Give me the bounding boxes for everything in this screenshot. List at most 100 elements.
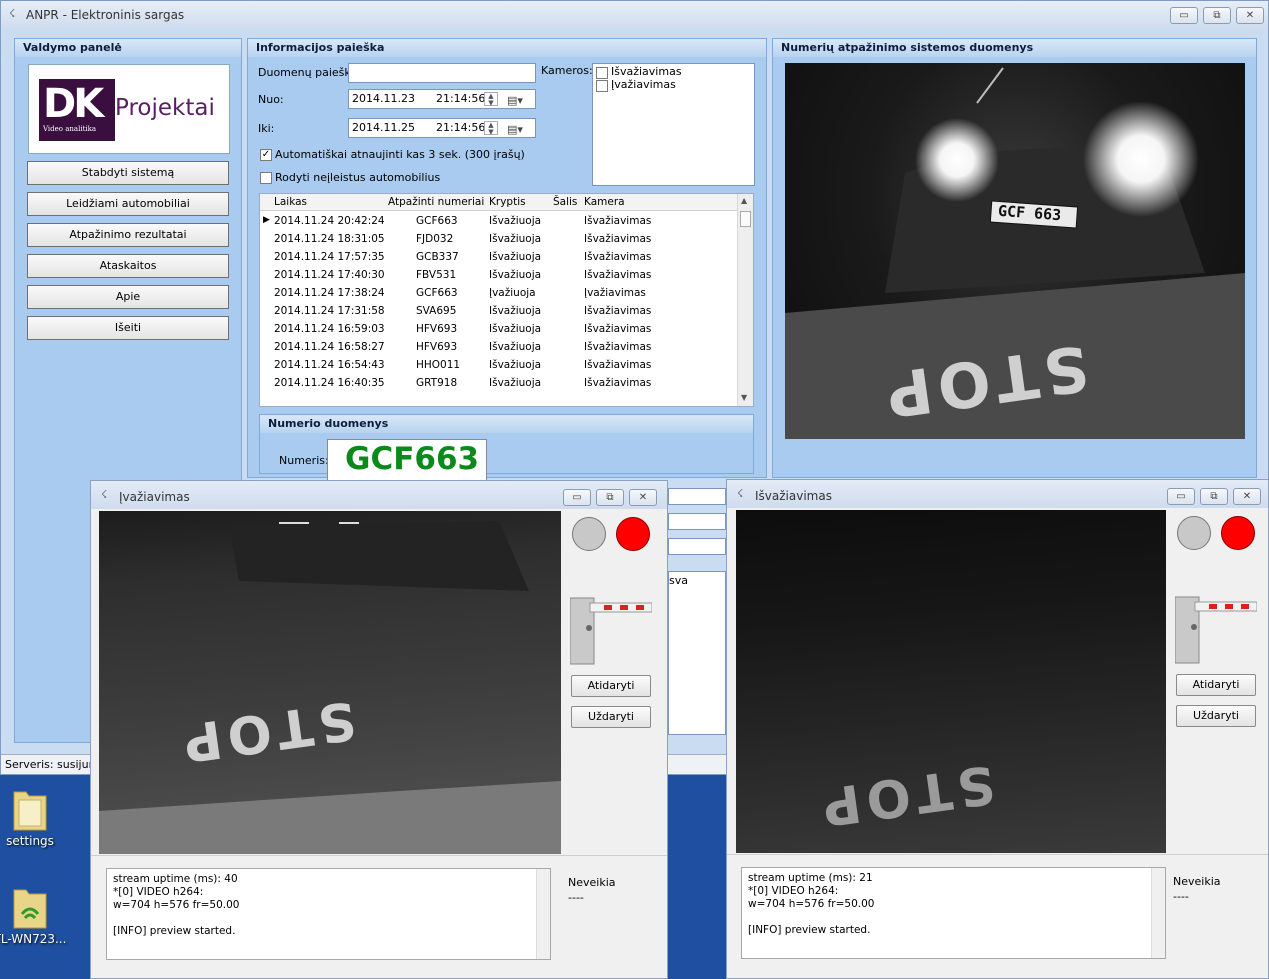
table-row[interactable]: 2014.11.24 17:40:30 FBV531 Išvažiuoja Išvaž… (260, 266, 738, 284)
headlight-left (915, 118, 999, 202)
table-row[interactable]: 2014.11.24 16:40:35 GRT918 Išvažiuoja Išvaž… (260, 374, 738, 392)
cell-plate: SVA695 (416, 305, 457, 317)
cell-plate: GCF663 (416, 215, 458, 227)
column-header[interactable]: Šalis (553, 196, 577, 208)
open-button[interactable]: Atidaryti (1176, 674, 1256, 696)
stop-system-button[interactable]: Stabdyti sistemą (27, 161, 229, 185)
cell-direction: Išvažiuoja (489, 377, 542, 389)
close-button[interactable]: ✕ (1236, 7, 1264, 24)
cameras-list[interactable]: Išvažiavimas Įvažiavimas (592, 63, 755, 186)
logo-subtitle: Video analitika (43, 125, 97, 133)
cell-direction: Išvažiuoja (489, 323, 542, 335)
exit-button[interactable]: Išeiti (27, 316, 229, 340)
open-button[interactable]: Atidaryti (571, 675, 651, 697)
desktop-icon-tl-wn723[interactable]: TL-WN723... (0, 884, 70, 946)
cell-time: 2014.11.24 18:31:05 (274, 233, 385, 245)
from-datetime-value: 2014.11.23 21:14:56 (352, 92, 486, 105)
number-value: GCF663 (345, 441, 480, 477)
entry-camera-window: ☇ Įvažiavimas ▭ ⧉ ✕ STOP Atidaryti Uždar… (90, 480, 668, 979)
barrier-icon (570, 597, 652, 665)
about-button[interactable]: Apie (27, 285, 229, 309)
barrier-icon (1175, 596, 1257, 664)
exit-state: Neveikia (1173, 875, 1221, 888)
red-light-icon (616, 517, 650, 551)
minimize-button[interactable]: ▭ (1167, 488, 1195, 505)
spin-icon[interactable]: ▲ ▼ (484, 121, 498, 136)
to-datetime-input[interactable]: 2014.11.25 21:14:56 ▲ ▼ ▤▾ (348, 118, 536, 138)
exit-camera-window: ☇ Išvažiavimas ▭ ⧉ ✕ STOP Atidaryti Užda… (726, 479, 1269, 979)
minimize-button[interactable]: ▭ (563, 489, 591, 506)
wifi-folder-icon (13, 889, 47, 929)
log-line: stream uptime (ms): 40 (113, 873, 238, 885)
cell-plate: GRT918 (416, 377, 458, 389)
table-row[interactable]: 2014.11.24 17:38:24 GCF663 Įvažiuoja Įvažia… (260, 284, 738, 302)
scroll-up-icon[interactable]: ▲ (741, 196, 747, 205)
close-gate-button[interactable]: Uždaryti (1176, 705, 1256, 727)
main-titlebar: ☇ ANPR - Elektroninis sargas ▭ ⧉ ✕ (1, 1, 1268, 29)
minimize-button[interactable]: ▭ (1170, 7, 1198, 24)
maximize-button[interactable]: ⧉ (596, 489, 624, 506)
window-title: ANPR - Elektroninis sargas (26, 8, 185, 22)
cell-camera: Išvažiavimas (584, 215, 652, 227)
cell-time: 2014.11.24 20:42:24 (274, 215, 385, 227)
entry-titlebar: ☇ Įvažiavimas ▭ ⧉ ✕ (91, 481, 667, 509)
calendar-icon[interactable]: ▤▾ (507, 121, 523, 139)
show-unauthorized-checkbox[interactable] (260, 172, 272, 184)
maximize-button[interactable]: ⧉ (1203, 7, 1231, 24)
scroll-thumb[interactable] (740, 211, 751, 227)
cell-plate: HFV693 (416, 323, 458, 335)
column-header[interactable]: Atpažinti numeriai (388, 196, 484, 208)
reports-button[interactable]: Ataskaitos (27, 254, 229, 278)
maximize-button[interactable]: ⧉ (1200, 488, 1228, 505)
table-row[interactable]: 2014.11.24 16:54:43 HHO011 Išvažiuoja Išvaž… (260, 356, 738, 374)
grid-scrollbar[interactable]: ▲ ▼ (737, 194, 753, 406)
close-button[interactable]: ✕ (1233, 488, 1261, 505)
close-button[interactable]: ✕ (629, 489, 657, 506)
log-scrollbar[interactable] (1151, 868, 1165, 958)
anpr-camera-image: GCF 663 STOP (785, 63, 1245, 439)
curb-edge (99, 781, 561, 854)
entry-state-sub: ---- (568, 891, 584, 904)
anpr-panel-title: Numerių atpažinimo sistemos duomenys (773, 39, 1256, 57)
from-datetime-input[interactable]: 2014.11.23 21:14:56 ▲ ▼ ▤▾ (348, 89, 536, 109)
spin-icon[interactable]: ▲ ▼ (484, 92, 498, 107)
column-header[interactable]: Kamera (584, 196, 625, 208)
results-grid[interactable]: Laikas Atpažinti numeriai Kryptis Šalis … (259, 193, 754, 407)
headlight-right (1083, 101, 1199, 217)
road-stop-text: STOP (812, 752, 999, 838)
table-row[interactable]: 2014.11.24 17:31:58 SVA695 Išvažiuoja Išvaž… (260, 302, 738, 320)
calendar-icon[interactable]: ▤▾ (507, 92, 523, 110)
table-row[interactable]: ▶ 2014.11.24 20:42:24 GCF663 Išvažiuoja Išva… (260, 212, 738, 230)
desktop-icon-settings[interactable]: settings (0, 786, 70, 848)
allowed-cars-button[interactable]: Leidžiami automobiliai (27, 192, 229, 216)
cell-plate: GCF663 (416, 287, 458, 299)
exit-log[interactable]: stream uptime (ms): 21 *[0] VIDEO h264: … (741, 867, 1166, 959)
scroll-down-icon[interactable]: ▼ (741, 393, 747, 402)
camera-exit-checkbox[interactable] (596, 67, 608, 79)
column-header[interactable]: Laikas (274, 196, 307, 208)
cell-camera: Išvažiavimas (584, 305, 652, 317)
recognition-results-button[interactable]: Atpažinimo rezultatai (27, 223, 229, 247)
exit-camera-image: STOP (736, 510, 1166, 853)
entry-log[interactable]: stream uptime (ms): 40 *[0] VIDEO h264: … (106, 868, 551, 960)
close-gate-button[interactable]: Uždaryti (571, 706, 651, 728)
cell-camera: Išvažiavimas (584, 251, 652, 263)
table-row[interactable]: 2014.11.24 17:57:35 GCB337 Išvažiuoja Išvaž… (260, 248, 738, 266)
cell-time: 2014.11.24 17:38:24 (274, 287, 385, 299)
cell-camera: Išvažiavimas (584, 323, 652, 335)
auto-refresh-checkbox[interactable]: ✓ (260, 149, 272, 161)
table-row[interactable]: 2014.11.24 16:58:27 HFV693 Išvažiuoja Išvaž… (260, 338, 738, 356)
cell-time: 2014.11.24 16:59:03 (274, 323, 385, 335)
app-icon: ☇ (101, 488, 108, 501)
table-row[interactable]: 2014.11.24 16:59:03 HFV693 Išvažiuoja Išvaž… (260, 320, 738, 338)
log-scrollbar[interactable] (536, 869, 550, 959)
camera-entry-checkbox[interactable] (596, 80, 608, 92)
data-search-input[interactable] (348, 63, 536, 83)
table-row[interactable]: 2014.11.24 18:31:05 FJD032 Išvažiuoja Išvaž… (260, 230, 738, 248)
cell-direction: Išvažiuoja (489, 359, 542, 371)
cell-time: 2014.11.24 16:40:35 (274, 377, 385, 389)
column-header[interactable]: Kryptis (489, 196, 526, 208)
desktop-icon-label: TL-WN723... (0, 932, 67, 946)
